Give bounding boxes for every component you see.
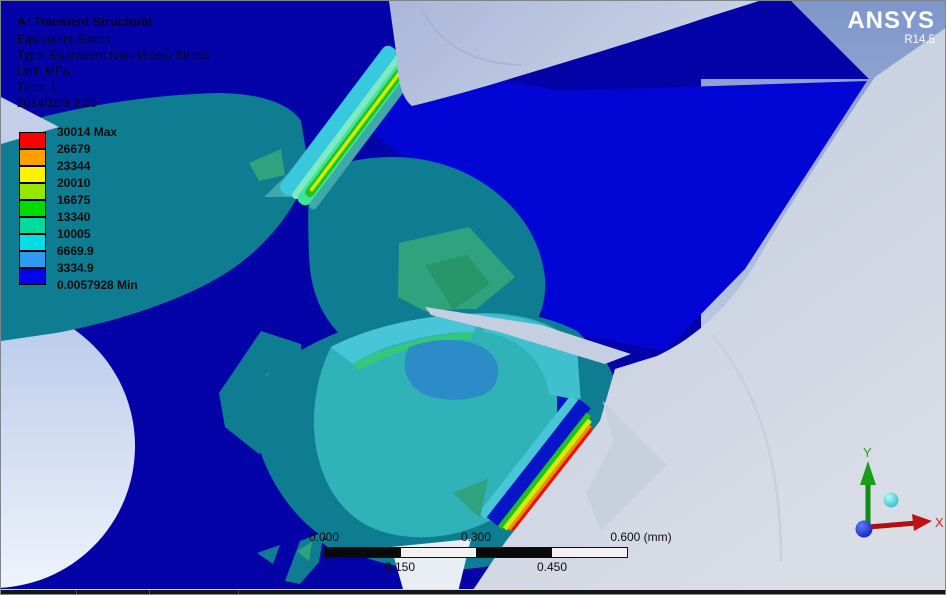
legend-value: 20010 bbox=[57, 176, 90, 190]
result-unit: Unit: MPa bbox=[17, 63, 209, 79]
legend-value: 23344 bbox=[57, 159, 90, 173]
tooth-blue-blob bbox=[405, 340, 498, 400]
analysis-title: A: Transient Structural bbox=[17, 14, 209, 30]
legend-swatch bbox=[19, 268, 46, 285]
result-info-block: A: Transient Structural Equivalent Stres… bbox=[17, 14, 209, 111]
scale-tick-label: 0.300 bbox=[461, 530, 491, 544]
scale-tick-label: 0.000 bbox=[309, 530, 339, 544]
scale-tick-label: 0.150 bbox=[385, 560, 415, 574]
legend-value: 16675 bbox=[57, 193, 90, 207]
legend-swatch bbox=[19, 149, 46, 166]
scale-bar-segment bbox=[551, 548, 627, 557]
y-axis-arrow-head bbox=[860, 461, 876, 485]
legend-value: 0.0057928 Min bbox=[57, 278, 138, 292]
ansys-version: R14.5 bbox=[847, 34, 935, 46]
result-datetime: 2014/10/8 8:20 bbox=[17, 95, 209, 111]
scale-tick-label: 0.450 bbox=[537, 560, 567, 574]
legend-value: 13340 bbox=[57, 210, 90, 224]
legend-swatch bbox=[19, 200, 46, 217]
legend-value: 26679 bbox=[57, 142, 90, 156]
x-axis-arrow-head bbox=[912, 514, 932, 531]
brand-block: ANSYS R14.5 bbox=[847, 9, 935, 46]
scale-bar-segment bbox=[325, 548, 400, 557]
orientation-triad[interactable]: Y X bbox=[829, 443, 946, 543]
x-axis-label: X bbox=[935, 515, 944, 530]
result-time: Time: 1 bbox=[17, 79, 209, 95]
result-type: Type: Equivalent (von-Mises) Stress bbox=[17, 47, 209, 63]
legend-value: 10005 bbox=[57, 227, 90, 241]
x-axis-arrow-shaft bbox=[868, 523, 917, 527]
legend-swatch bbox=[19, 183, 46, 200]
iso-view-ball bbox=[884, 493, 899, 508]
scale-tick-label: 0.600 (mm) bbox=[610, 530, 671, 544]
legend-swatch bbox=[19, 166, 46, 183]
y-axis-label: Y bbox=[863, 445, 872, 460]
legend-swatch bbox=[19, 234, 46, 251]
window-resize-strip bbox=[1, 589, 945, 594]
scale-ruler bbox=[324, 547, 628, 558]
ansys-logo: ANSYS bbox=[847, 9, 935, 33]
z-axis-ball bbox=[856, 521, 873, 538]
result-name: Equivalent Stress bbox=[17, 31, 209, 47]
legend-value: 30014 Max bbox=[57, 125, 117, 139]
legend-swatch bbox=[19, 132, 46, 149]
scale-bar-segment bbox=[476, 548, 552, 557]
legend-value: 6669.9 bbox=[57, 244, 94, 258]
stress-legend: 30014 Max2667923344200101667513340100056… bbox=[19, 132, 169, 302]
legend-swatch bbox=[19, 217, 46, 234]
legend-value: 3334.9 bbox=[57, 261, 94, 275]
legend-swatch bbox=[19, 251, 46, 268]
ansys-viewport-window: A: Transient Structural Equivalent Stres… bbox=[0, 0, 946, 595]
scale-bar-segment bbox=[400, 548, 476, 557]
